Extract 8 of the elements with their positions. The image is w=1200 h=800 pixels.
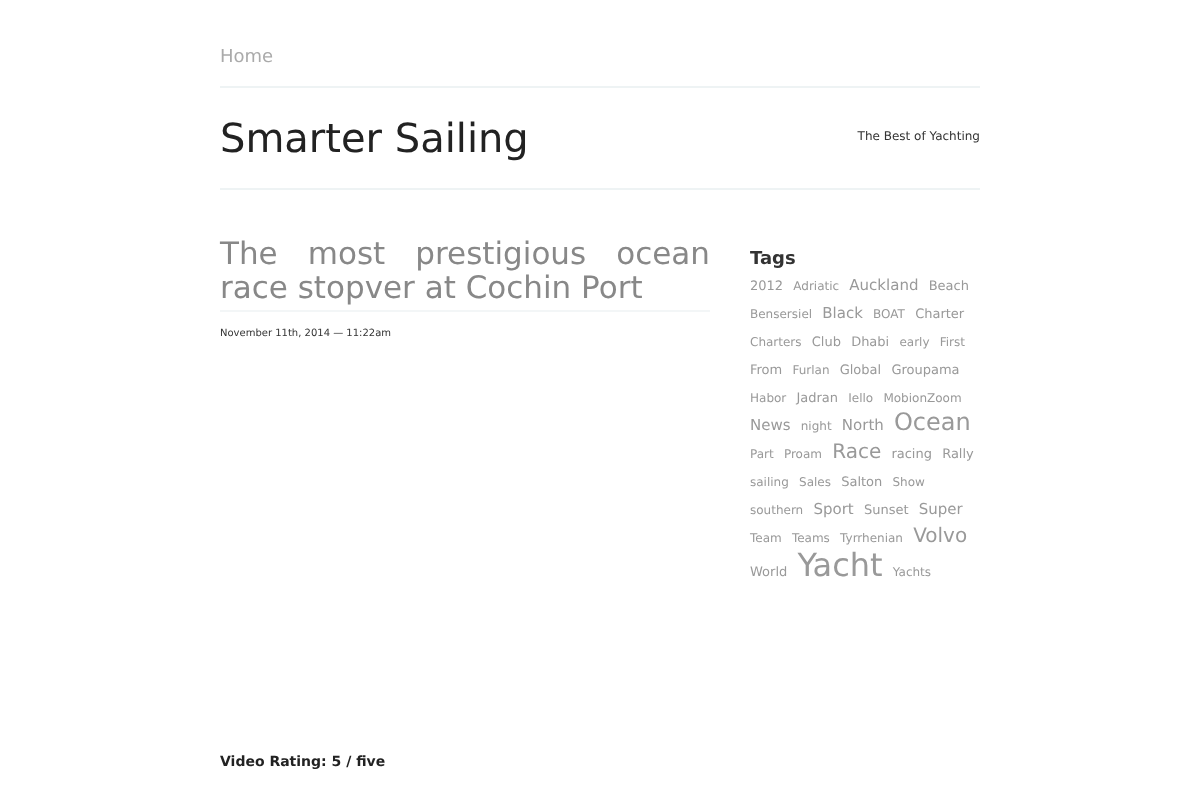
tag-link[interactable]: Yacht <box>797 545 883 583</box>
tag-link[interactable]: Race <box>832 441 882 463</box>
tags-heading: Tags <box>750 249 798 269</box>
tag-link[interactable]: Volvo <box>913 525 968 547</box>
nav-link[interactable]: Home <box>220 46 274 73</box>
post-title[interactable]: The most prestigious ocean race stopver at Cochin Port <box>220 237 710 305</box>
site-title[interactable]: Smarter Sailing <box>220 117 529 157</box>
tag-link[interactable]: Ocean <box>893 407 971 435</box>
